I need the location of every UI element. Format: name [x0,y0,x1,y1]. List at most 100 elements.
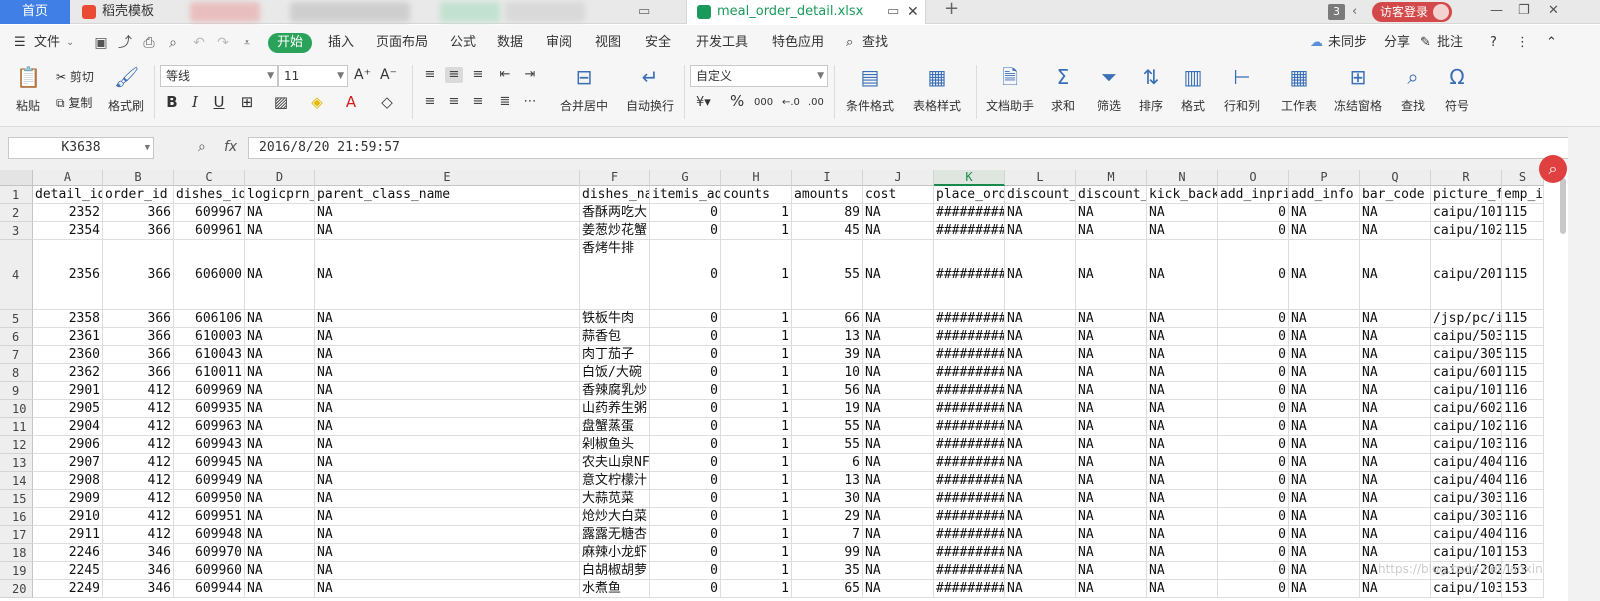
table-cell[interactable]: 盘蟹蒸蛋 [580,418,650,436]
table-cell[interactable]: 1 [721,400,792,418]
table-cell[interactable]: 白饭/大碗 [580,364,650,382]
header-cell[interactable]: add_info [1289,186,1360,204]
table-cell[interactable]: 0 [650,400,721,418]
table-cell[interactable]: caipu/305 [1431,346,1502,364]
table-cell[interactable]: 0 [650,310,721,328]
table-cell[interactable]: 1 [721,418,792,436]
table-cell[interactable]: ########## [934,310,1005,328]
table-cell[interactable]: 蒜香包 [580,328,650,346]
table-cell[interactable]: NA [1076,580,1147,598]
table-cell[interactable]: ########## [934,562,1005,580]
row-header[interactable]: 17 [0,526,33,544]
table-cell[interactable]: 115 [1502,240,1544,310]
table-cell[interactable]: caipu/102 [1431,222,1502,240]
table-cell[interactable]: NA [1076,382,1147,400]
table-cell[interactable]: 116 [1502,490,1544,508]
table-cell[interactable]: NA [863,204,934,222]
filter-button[interactable]: ⏷ 筛选 [1092,65,1126,114]
table-cell[interactable]: 1 [721,240,792,310]
table-cell[interactable]: ########## [934,400,1005,418]
table-cell[interactable]: 366 [103,204,174,222]
table-cell[interactable]: ########## [934,454,1005,472]
table-cell[interactable]: 39 [792,346,863,364]
table-cell[interactable]: 2246 [33,544,103,562]
table-cell[interactable]: 1 [721,310,792,328]
indent-increase-icon[interactable]: ⇥ [521,67,539,83]
table-cell[interactable]: NA [245,364,315,382]
menu-tab-data[interactable]: 数据 [497,35,523,51]
table-cell[interactable]: NA [1147,418,1218,436]
table-cell[interactable]: NA [245,400,315,418]
table-cell[interactable]: 2906 [33,436,103,454]
table-cell[interactable]: 115 [1502,310,1544,328]
table-cell[interactable]: 0 [650,204,721,222]
table-cell[interactable]: 1 [721,490,792,508]
table-cell[interactable]: NA [1289,454,1360,472]
align-left-icon[interactable]: ≡ [421,94,439,110]
chevron-left-icon[interactable]: ‹ [1352,4,1357,20]
table-cell[interactable]: 366 [103,310,174,328]
table-cell[interactable]: 0 [1218,418,1289,436]
table-cell[interactable]: NA [1005,418,1076,436]
table-cell[interactable]: NA [1005,400,1076,418]
borders-icon[interactable]: ⊞ [238,93,256,111]
table-cell[interactable]: 0 [1218,562,1289,580]
table-cell[interactable]: NA [1005,454,1076,472]
cloud-icon[interactable]: ☁ [1310,35,1323,51]
table-cell[interactable]: 2909 [33,490,103,508]
row-header[interactable]: 18 [0,544,33,562]
table-cell[interactable]: NA [1147,544,1218,562]
column-header-j[interactable]: J [863,170,934,186]
table-cell[interactable]: 0 [650,490,721,508]
table-cell[interactable]: NA [1005,436,1076,454]
table-cell[interactable]: NA [1289,418,1360,436]
table-cell[interactable]: 0 [1218,240,1289,310]
table-cell[interactable]: NA [315,454,580,472]
table-cell[interactable]: 1 [721,454,792,472]
table-cell[interactable]: ########## [934,328,1005,346]
table-cell[interactable]: NA [1076,472,1147,490]
customize-qa-icon[interactable]: ⩡ [238,34,256,52]
table-cell[interactable]: NA [1076,490,1147,508]
clear-icon[interactable]: ◇ [378,93,396,111]
formula-input[interactable]: 2016/8/20 21:59:57 [248,137,1600,159]
table-cell[interactable]: 1 [721,436,792,454]
header-cell[interactable]: parent_class_name [315,186,580,204]
table-cell[interactable]: 0 [1218,472,1289,490]
table-cell[interactable]: 89 [792,204,863,222]
table-cell[interactable]: NA [245,418,315,436]
name-box[interactable]: K3638 ▼ [8,137,154,159]
table-cell[interactable]: ########## [934,364,1005,382]
column-header-o[interactable]: O [1218,170,1289,186]
comment-button[interactable]: 批注 [1437,35,1463,51]
close-window-icon[interactable]: ✕ [1548,3,1559,18]
table-cell[interactable]: ########## [934,526,1005,544]
table-cell[interactable]: 1 [721,562,792,580]
floating-search-icon[interactable]: ⌕ [1539,155,1567,183]
header-cell[interactable]: add_inpri [1218,186,1289,204]
table-cell[interactable]: 2911 [33,526,103,544]
header-cell[interactable]: discount_ [1005,186,1076,204]
table-cell[interactable]: NA [1289,310,1360,328]
table-cell[interactable]: 0 [650,454,721,472]
table-cell[interactable]: 2249 [33,580,103,598]
table-cell[interactable]: NA [245,204,315,222]
table-cell[interactable]: 1 [721,204,792,222]
sum-button[interactable]: Σ 求和 [1046,65,1080,114]
table-cell[interactable]: 55 [792,418,863,436]
table-cell[interactable]: NA [863,382,934,400]
table-cell[interactable]: NA [1076,400,1147,418]
copy-button[interactable]: ⧉ 复制 [56,95,92,111]
table-cell[interactable]: NA [245,580,315,598]
table-cell[interactable]: 1 [721,508,792,526]
table-cell[interactable]: NA [1360,400,1431,418]
doc-helper-button[interactable]: 🗎 文档助手 [984,65,1036,114]
column-header-b[interactable]: B [103,170,174,186]
menu-tab-page-layout[interactable]: 页面布局 [376,35,428,51]
table-cell[interactable]: NA [1289,508,1360,526]
table-cell[interactable]: NA [1076,364,1147,382]
table-cell[interactable]: NA [1360,418,1431,436]
table-cell[interactable]: NA [1076,240,1147,310]
table-cell[interactable]: NA [315,544,580,562]
table-cell[interactable]: 6 [792,454,863,472]
